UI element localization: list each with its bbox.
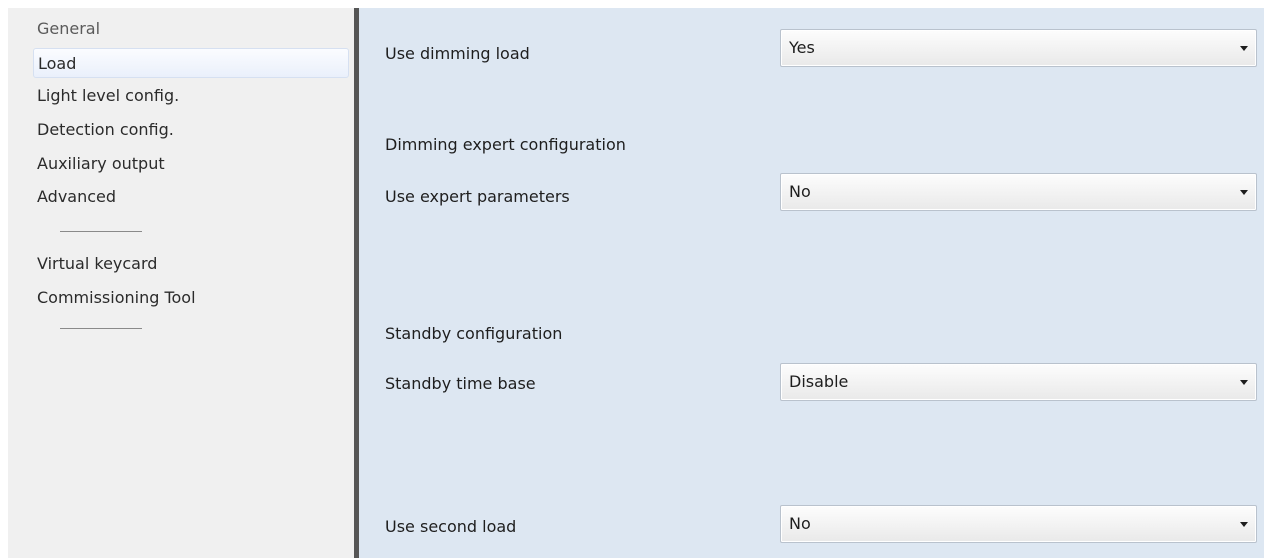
sidebar-item-detection-config[interactable]: Detection config. xyxy=(37,115,174,145)
sidebar-item-advanced[interactable]: Advanced xyxy=(37,182,116,212)
sidebar-item-general[interactable]: General xyxy=(37,14,100,44)
standby-time-base-label: Standby time base xyxy=(385,374,536,393)
sidebar-item-auxiliary-output[interactable]: Auxiliary output xyxy=(37,149,165,179)
sidebar: General Load Light level config. Detecti… xyxy=(8,8,354,558)
sidebar-separator xyxy=(60,328,142,329)
chevron-down-icon xyxy=(1240,190,1248,195)
use-expert-parameters-select[interactable]: No xyxy=(780,173,1257,211)
chevron-down-icon xyxy=(1240,380,1248,385)
sidebar-item-load[interactable]: Load xyxy=(33,48,349,78)
chevron-down-icon xyxy=(1240,46,1248,51)
select-value: Disable xyxy=(789,372,849,391)
parameter-panel: Use dimming load Yes Dimming expert conf… xyxy=(359,8,1264,558)
use-second-load-select[interactable]: No xyxy=(780,505,1257,543)
dimming-expert-configuration-title: Dimming expert configuration xyxy=(385,135,626,154)
use-dimming-load-label: Use dimming load xyxy=(385,44,530,63)
select-value: No xyxy=(789,514,811,533)
chevron-down-icon xyxy=(1240,522,1248,527)
use-second-load-label: Use second load xyxy=(385,517,517,536)
standby-configuration-title: Standby configuration xyxy=(385,324,563,343)
standby-time-base-select[interactable]: Disable xyxy=(780,363,1257,401)
use-dimming-load-select[interactable]: Yes xyxy=(780,29,1257,67)
sidebar-item-commissioning-tool[interactable]: Commissioning Tool xyxy=(37,283,196,313)
use-expert-parameters-label: Use expert parameters xyxy=(385,187,570,206)
sidebar-item-virtual-keycard[interactable]: Virtual keycard xyxy=(37,249,157,279)
sidebar-item-light-level-config[interactable]: Light level config. xyxy=(37,81,179,111)
select-value: Yes xyxy=(789,38,815,57)
select-value: No xyxy=(789,182,811,201)
sidebar-separator xyxy=(60,231,142,232)
parameter-window: General Load Light level config. Detecti… xyxy=(8,8,1264,558)
